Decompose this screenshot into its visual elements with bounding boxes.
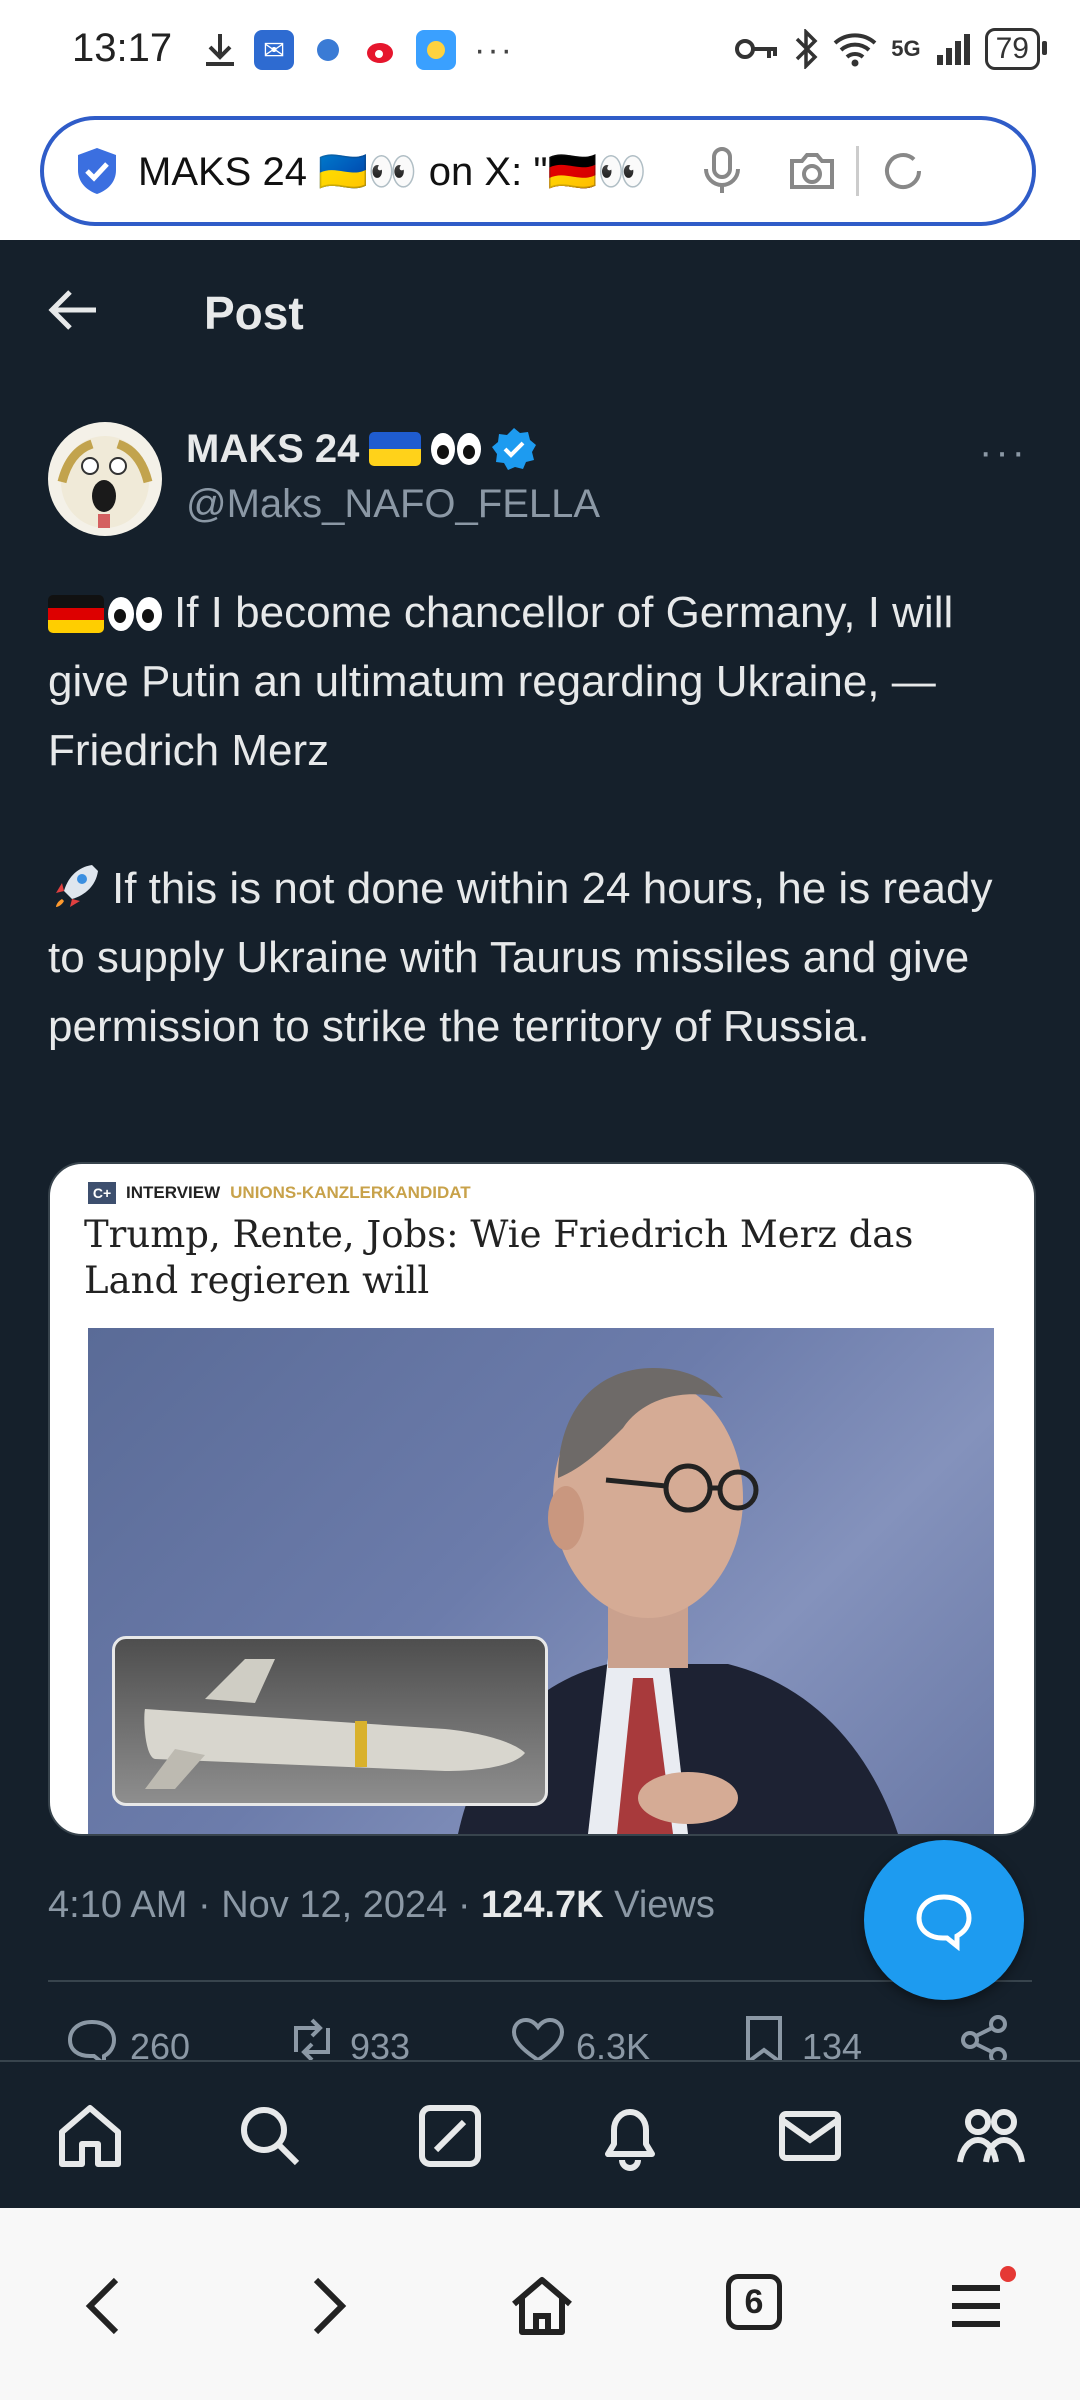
back-arrow-icon[interactable] bbox=[46, 286, 100, 334]
status-indicators: 5G 79 bbox=[735, 28, 1048, 70]
weather-app-icon bbox=[416, 30, 456, 70]
verified-badge-icon bbox=[492, 428, 537, 470]
page-title: Post bbox=[204, 287, 304, 339]
notifications-bell-icon[interactable] bbox=[594, 2100, 666, 2172]
bookmark-count: 134 bbox=[802, 2026, 863, 2060]
views-count: 124.7K bbox=[481, 1884, 604, 1926]
browser-bottom-bar: 6 bbox=[0, 2208, 1080, 2400]
more-notifications-icon: ··· bbox=[474, 30, 514, 69]
communities-icon[interactable] bbox=[954, 2100, 1026, 2172]
like-button[interactable]: 6.3K bbox=[510, 2012, 650, 2060]
browser-forward-icon[interactable] bbox=[290, 2270, 362, 2342]
taurus-missile-inset bbox=[112, 1636, 548, 1806]
tweet-paragraph-2: If this is not done within 24 hours, he … bbox=[48, 864, 993, 1051]
germany-flag-icon bbox=[48, 595, 104, 633]
download-icon bbox=[206, 34, 234, 66]
publisher-logo: C+ bbox=[88, 1182, 116, 1204]
reply-fab-button[interactable] bbox=[864, 1840, 1024, 2000]
planet-app-icon bbox=[308, 30, 348, 70]
tweet-paragraph-1: If I become chancellor of Germany, I wil… bbox=[48, 588, 954, 775]
article-kicker: INTERVIEW bbox=[126, 1183, 221, 1202]
bluetooth-icon bbox=[796, 29, 818, 69]
url-text[interactable]: MAKS 24 🇺🇦👀 on X: "🇩🇪👀 bbox=[138, 148, 678, 195]
views-label: Views bbox=[614, 1884, 715, 1926]
eyes-icon bbox=[431, 433, 482, 465]
signal-icon bbox=[936, 34, 970, 65]
rocket-icon bbox=[56, 865, 98, 907]
eyes-icon bbox=[108, 597, 162, 631]
status-bar: 13:17 ✉ ··· 5G 79 bbox=[0, 0, 1080, 100]
share-icon bbox=[961, 2015, 1007, 2060]
microphone-icon[interactable] bbox=[696, 145, 748, 197]
repost-count: 933 bbox=[350, 2026, 411, 2060]
app-bottom-nav bbox=[0, 2060, 1080, 2210]
post-date[interactable]: Nov 12, 2024 bbox=[221, 1884, 447, 1926]
status-time: 13:17 bbox=[72, 26, 173, 70]
author-handle[interactable]: @Maks_NAFO_FELLA bbox=[186, 482, 600, 527]
browser-home-icon[interactable] bbox=[506, 2270, 578, 2342]
weibo-icon bbox=[362, 30, 402, 70]
repost-icon bbox=[294, 2018, 330, 2060]
repost-button[interactable]: 933 bbox=[284, 2012, 410, 2060]
separator: · bbox=[197, 1884, 211, 1926]
grok-icon[interactable] bbox=[414, 2100, 486, 2172]
author-name[interactable]: MAKS 24 bbox=[186, 426, 537, 472]
home-icon[interactable] bbox=[54, 2100, 126, 2172]
browser-back-icon[interactable] bbox=[70, 2270, 142, 2342]
post-header: Post bbox=[0, 240, 1080, 380]
share-button[interactable] bbox=[956, 2012, 1012, 2060]
reply-button[interactable]: 260 bbox=[64, 2012, 190, 2060]
search-icon[interactable] bbox=[234, 2100, 306, 2172]
key-icon bbox=[735, 39, 778, 59]
avatar[interactable] bbox=[48, 422, 162, 536]
bookmark-icon bbox=[746, 2016, 782, 2060]
reply-icon bbox=[67, 2019, 117, 2060]
separator: · bbox=[457, 1884, 471, 1926]
browser-address-area: MAKS 24 🇺🇦👀 on X: "🇩🇪👀 bbox=[0, 100, 1080, 240]
tab-switcher-button[interactable]: 6 bbox=[726, 2274, 782, 2330]
camera-icon[interactable] bbox=[786, 145, 838, 197]
more-options-icon[interactable]: ··· bbox=[979, 430, 1028, 475]
battery-indicator: 79 bbox=[984, 28, 1048, 70]
bookmark-button[interactable]: 134 bbox=[736, 2012, 862, 2060]
heart-icon bbox=[511, 2017, 565, 2060]
wifi-icon bbox=[833, 33, 877, 67]
app-notification-icon: ✉ bbox=[254, 30, 294, 70]
notification-icons: ✉ ··· bbox=[200, 30, 514, 70]
shield-check-icon[interactable] bbox=[74, 146, 120, 196]
menu-icon[interactable] bbox=[940, 2270, 1012, 2342]
url-separator bbox=[856, 146, 859, 196]
divider bbox=[48, 1980, 1032, 1982]
tweet-text: If I become chancellor of Germany, I wil… bbox=[48, 578, 1038, 1061]
like-count: 6.3K bbox=[576, 2026, 651, 2060]
menu-notification-dot bbox=[1000, 2266, 1016, 2282]
reply-count: 260 bbox=[130, 2026, 191, 2060]
ukraine-flag-icon bbox=[369, 432, 422, 466]
messages-envelope-icon[interactable] bbox=[774, 2100, 846, 2172]
post-time[interactable]: 4:10 AM bbox=[48, 1884, 187, 1926]
post-timestamp[interactable]: 4:10 AM · Nov 12, 2024 · 124.7K Views bbox=[48, 1884, 715, 1927]
article-headline: Trump, Rente, Jobs: Wie Friedrich Merz d… bbox=[84, 1213, 914, 1302]
reload-icon[interactable] bbox=[877, 145, 929, 197]
network-type: 5G bbox=[891, 36, 921, 61]
address-bar[interactable]: MAKS 24 🇺🇦👀 on X: "🇩🇪👀 bbox=[40, 116, 1036, 226]
author-name-text[interactable]: MAKS 24 bbox=[186, 427, 359, 472]
reply-bubble-icon bbox=[916, 1894, 972, 1951]
article-tag: C+ INTERVIEW UNIONS-KANZLERKANDIDAT bbox=[88, 1182, 471, 1204]
action-bar: 260 933 6.3K 134 bbox=[0, 2012, 1080, 2060]
article-section: UNIONS-KANZLERKANDIDAT bbox=[230, 1183, 471, 1202]
